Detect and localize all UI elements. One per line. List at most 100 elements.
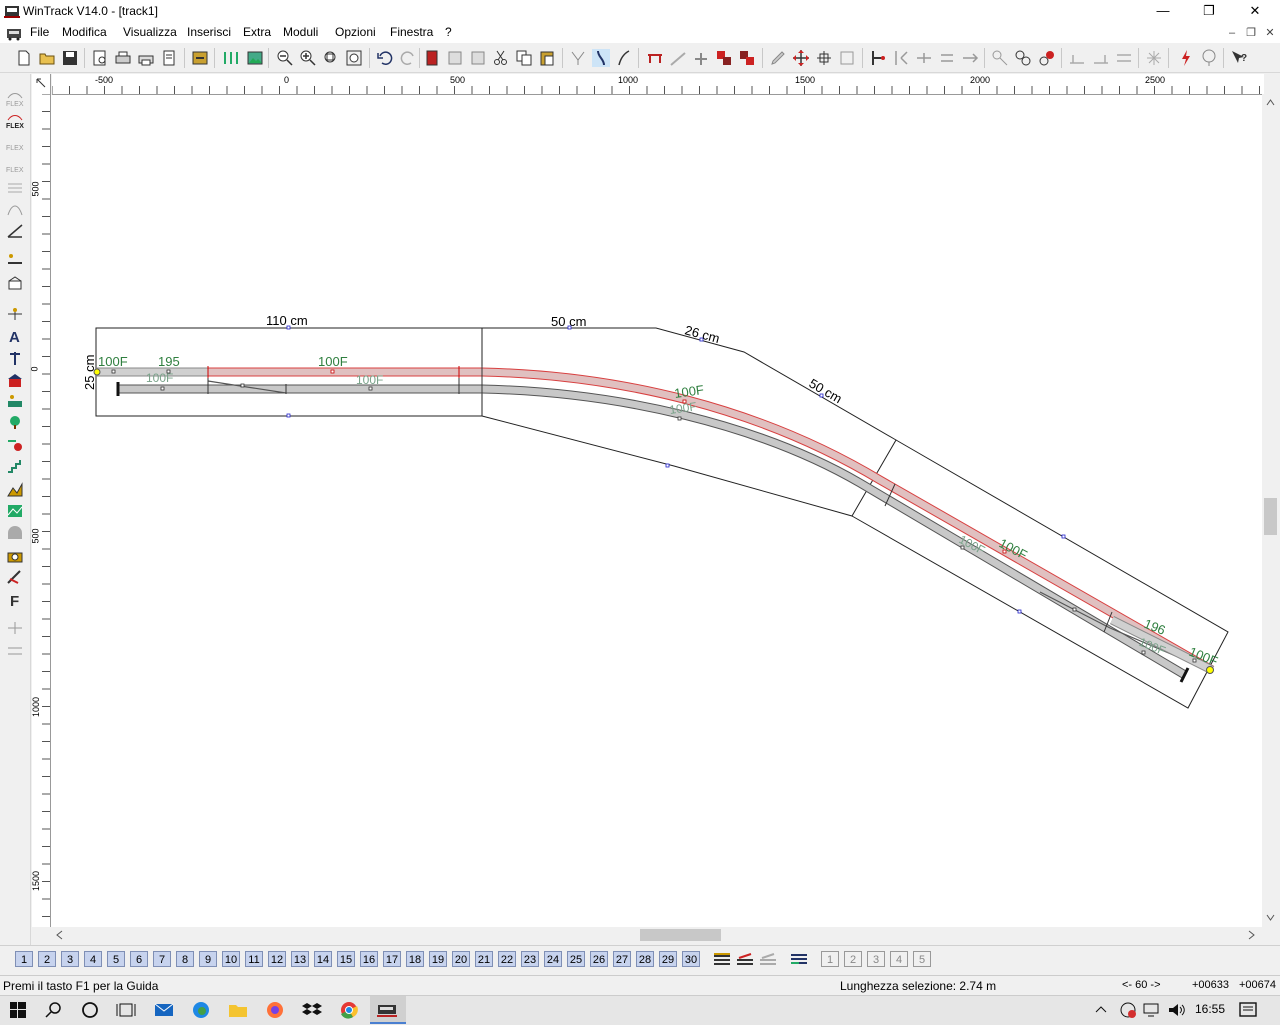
- select-track-icon[interactable]: [569, 49, 587, 67]
- copy-icon[interactable]: [515, 49, 533, 67]
- snap-icon[interactable]: [1145, 49, 1163, 67]
- view-slot-button[interactable]: 3: [867, 951, 885, 967]
- task-view-icon[interactable]: [116, 1001, 136, 1019]
- flex-tool-4-icon[interactable]: FLEX: [6, 158, 24, 174]
- layer-button[interactable]: 16: [360, 951, 378, 967]
- layer-button[interactable]: 13: [291, 951, 309, 967]
- tray-chevron-icon[interactable]: [1094, 1001, 1108, 1019]
- document-icon[interactable]: [6, 25, 22, 41]
- mdi-close-button[interactable]: ✕: [1262, 26, 1278, 40]
- print-setup-icon[interactable]: [137, 49, 155, 67]
- layers-stack-icon[interactable]: [712, 950, 732, 968]
- layer-button[interactable]: 9: [199, 951, 217, 967]
- ruler-tool-icon[interactable]: [6, 569, 24, 585]
- lower-track[interactable]: [118, 380, 1188, 679]
- pole-tool-icon[interactable]: [6, 350, 24, 366]
- landscape-tool-icon[interactable]: [6, 503, 24, 519]
- tool-c-icon[interactable]: [1115, 49, 1133, 67]
- scroll-down-icon[interactable]: [1266, 914, 1275, 922]
- layer-button[interactable]: 6: [130, 951, 148, 967]
- station-tool-icon[interactable]: [6, 393, 24, 409]
- scroll-left-icon[interactable]: [55, 930, 63, 940]
- table-icon[interactable]: [469, 49, 487, 67]
- horizontal-scrollbar[interactable]: [51, 927, 1262, 943]
- horizontal-scroll-thumb[interactable]: [640, 929, 721, 941]
- layer-button[interactable]: 23: [521, 951, 539, 967]
- layer-gray-icon[interactable]: [758, 950, 778, 968]
- module-outline-curve[interactable]: [481, 327, 897, 517]
- new-file-icon[interactable]: [15, 49, 33, 67]
- flex-tool-2-icon[interactable]: FLEX: [6, 114, 24, 130]
- tunnel-tool-icon[interactable]: [6, 525, 24, 541]
- vertical-scroll-thumb[interactable]: [1264, 498, 1277, 535]
- mdi-minimize-button[interactable]: –: [1224, 26, 1240, 40]
- layer-button[interactable]: 30: [682, 951, 700, 967]
- layer-button[interactable]: 7: [153, 951, 171, 967]
- chrome-icon[interactable]: [339, 1001, 359, 1019]
- wintrack-app-icon[interactable]: [377, 1001, 397, 1019]
- stairs-tool-icon[interactable]: [6, 458, 24, 474]
- rotate-180-icon[interactable]: [838, 49, 856, 67]
- search-icon[interactable]: [44, 1001, 64, 1019]
- cut-icon[interactable]: [492, 49, 510, 67]
- export-icon[interactable]: [191, 49, 209, 67]
- catenary-tool-icon[interactable]: [6, 306, 24, 322]
- zoom-in-icon[interactable]: [299, 49, 317, 67]
- electric-icon[interactable]: [1177, 49, 1195, 67]
- cortana-icon[interactable]: [80, 1001, 100, 1019]
- layer-button[interactable]: 1: [15, 951, 33, 967]
- layer-button[interactable]: 5: [107, 951, 125, 967]
- scroll-up-icon[interactable]: [1266, 98, 1275, 106]
- print-icon[interactable]: [114, 49, 132, 67]
- layer-button[interactable]: 29: [659, 951, 677, 967]
- layer-button[interactable]: 28: [636, 951, 654, 967]
- track-tool-icon[interactable]: [6, 180, 24, 196]
- tool-a-icon[interactable]: [1068, 49, 1086, 67]
- print-preview-icon[interactable]: [91, 49, 109, 67]
- track-library-icon[interactable]: [222, 49, 240, 67]
- layer-button[interactable]: 2: [38, 951, 56, 967]
- menu-opzioni[interactable]: Opzioni: [335, 25, 376, 39]
- drawing-canvas[interactable]: 110 cm 50 cm 26 cm 50 cm 25 cm 100F 195 …: [51, 95, 1262, 927]
- rotate-icon[interactable]: [815, 49, 833, 67]
- menu-finestra[interactable]: Finestra: [390, 25, 433, 39]
- tree-icon[interactable]: [1200, 49, 1218, 67]
- windows-start-icon[interactable]: [8, 1001, 28, 1019]
- save-icon[interactable]: [61, 49, 79, 67]
- offset-icon[interactable]: [961, 49, 979, 67]
- upper-track[interactable]: [96, 367, 1215, 675]
- layer-button[interactable]: 11: [245, 951, 263, 967]
- curve-tool-icon[interactable]: [6, 201, 24, 217]
- minimize-button[interactable]: —: [1140, 0, 1186, 22]
- tool-b-icon[interactable]: [1092, 49, 1110, 67]
- find-red-icon[interactable]: [1038, 49, 1056, 67]
- text-tool-icon[interactable]: A: [6, 328, 24, 344]
- width-tool-icon[interactable]: [6, 643, 24, 659]
- flex-track-icon[interactable]: [615, 49, 633, 67]
- layer-button[interactable]: 8: [176, 951, 194, 967]
- layer-button[interactable]: 17: [383, 951, 401, 967]
- notifications-icon[interactable]: [1238, 1001, 1258, 1019]
- slope-icon[interactable]: [669, 49, 687, 67]
- menu-file[interactable]: File: [30, 25, 49, 39]
- turnout-tool-icon[interactable]: [6, 223, 24, 239]
- layer-button[interactable]: 21: [475, 951, 493, 967]
- close-button[interactable]: ✕: [1232, 0, 1278, 22]
- align-icon[interactable]: [938, 49, 956, 67]
- layer-button[interactable]: 24: [544, 951, 562, 967]
- layer-button[interactable]: 12: [268, 951, 286, 967]
- terrain-tool-icon[interactable]: [6, 482, 24, 498]
- mdi-restore-button[interactable]: ❐: [1243, 26, 1259, 40]
- view-slot-button[interactable]: 5: [913, 951, 931, 967]
- track-plan[interactable]: 110 cm 50 cm 26 cm 50 cm 25 cm 100F 195 …: [51, 95, 1262, 927]
- flex-tool-3-icon[interactable]: FLEX: [6, 136, 24, 152]
- menu-modifica[interactable]: Modifica: [62, 25, 107, 39]
- network-alert-icon[interactable]: [1118, 1001, 1138, 1019]
- firefox-icon[interactable]: [265, 1001, 285, 1019]
- layer-button[interactable]: 26: [590, 951, 608, 967]
- house-tool-icon[interactable]: [6, 372, 24, 388]
- bridge-icon[interactable]: [646, 49, 664, 67]
- layer-button[interactable]: 10: [222, 951, 240, 967]
- signal-tool-icon[interactable]: [6, 251, 24, 267]
- layer-up-icon[interactable]: [715, 49, 733, 67]
